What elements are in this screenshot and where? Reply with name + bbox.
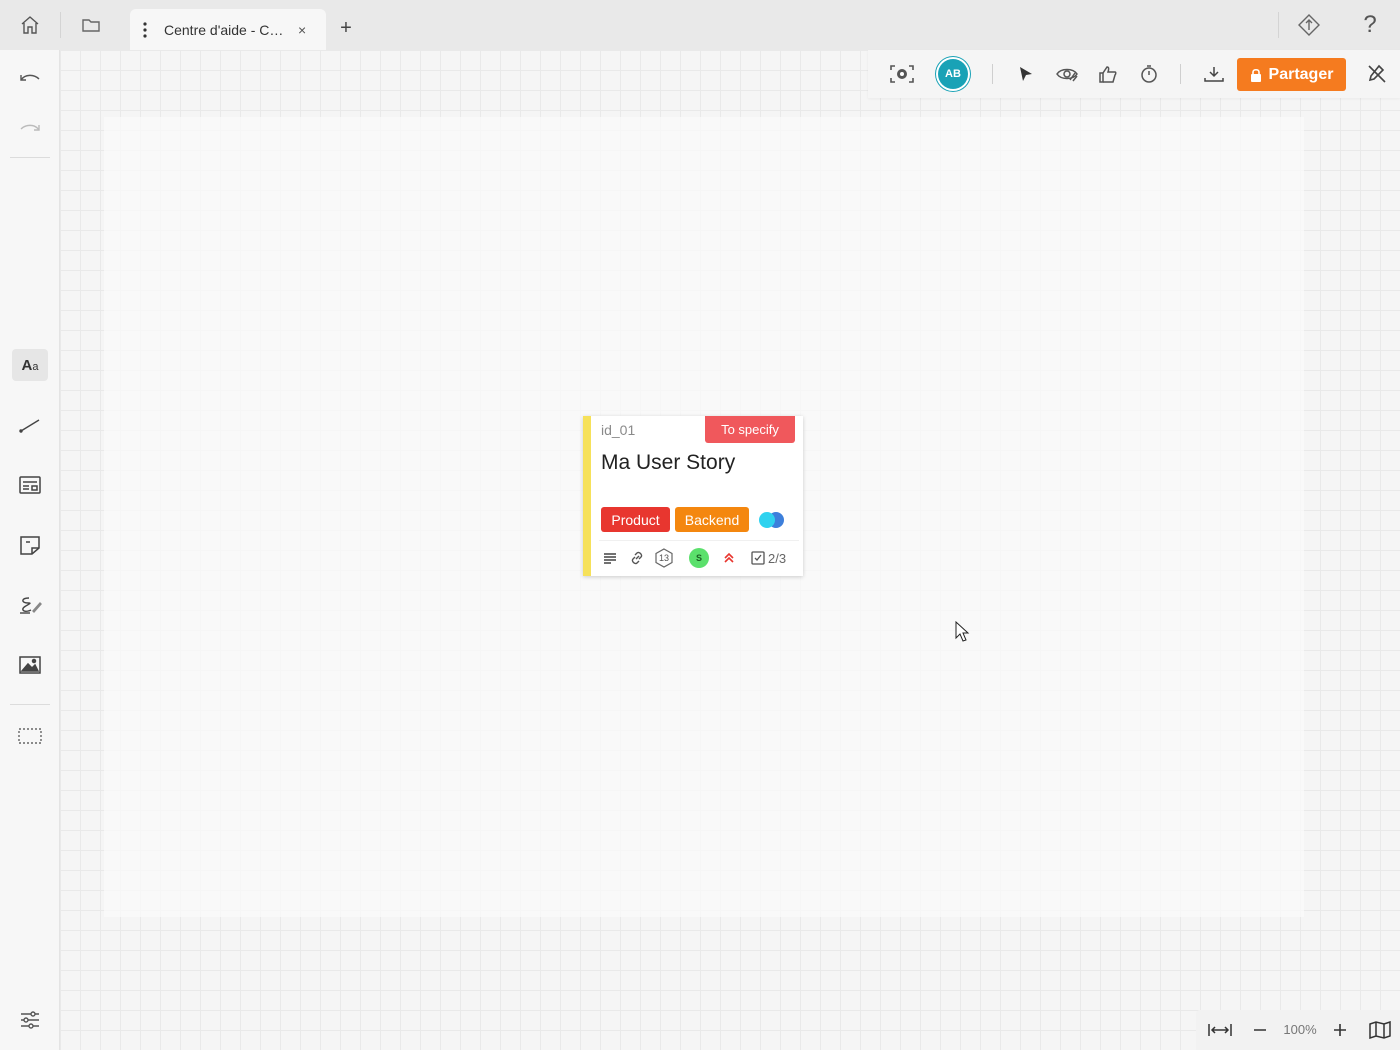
draw-tool-button[interactable]	[12, 589, 48, 621]
user-story-card[interactable]: id_01 To specify Ma User Story Product B…	[583, 416, 803, 576]
freehand-draw-icon	[20, 597, 42, 614]
image-icon	[19, 656, 41, 674]
zoom-bar: 100%	[1196, 1010, 1400, 1050]
undo-icon	[20, 74, 40, 81]
download-icon	[1204, 67, 1224, 82]
share-button[interactable]: Partager	[1237, 58, 1346, 91]
divider	[1180, 64, 1181, 84]
stopwatch-icon	[1141, 65, 1157, 83]
fit-width-button[interactable]	[1206, 1017, 1234, 1043]
status-badge[interactable]: To specify	[705, 416, 795, 443]
minus-icon	[1254, 1029, 1266, 1031]
vote-button[interactable]	[1093, 59, 1123, 89]
eye-hidden-icon	[1056, 68, 1078, 82]
home-button[interactable]	[0, 0, 60, 50]
sticky-note-icon	[20, 536, 40, 555]
estimate-badge[interactable]: 13	[654, 548, 674, 568]
selection-frame-tool-button[interactable]	[12, 720, 48, 752]
tag-product[interactable]: Product	[601, 507, 670, 532]
pointer-icon	[1020, 67, 1032, 81]
tab-active[interactable]: Centre d'aide - Co... ×	[130, 9, 326, 50]
text-tool-glyph: A	[21, 356, 33, 374]
folder-button[interactable]	[61, 0, 121, 50]
close-toolbar-button[interactable]	[1362, 59, 1392, 89]
folder-icon	[82, 19, 100, 32]
follow-pointer-button[interactable]	[1010, 59, 1040, 89]
color-dots[interactable]	[759, 512, 787, 528]
cyan-dot	[759, 512, 775, 528]
plus-icon	[1334, 1024, 1346, 1036]
card-title[interactable]: Ma User Story	[601, 451, 735, 475]
zoom-in-button[interactable]	[1326, 1017, 1354, 1043]
thumbs-up-icon	[1099, 66, 1117, 83]
diamond-button[interactable]	[1279, 0, 1339, 50]
new-tab-button[interactable]: +	[332, 14, 360, 42]
board-toolbar: AB Partager	[868, 50, 1400, 98]
minimap-button[interactable]	[1366, 1017, 1394, 1043]
top-bar: Centre d'aide - Co... × + ?	[0, 0, 1400, 50]
help-button[interactable]: ?	[1340, 0, 1400, 50]
settings-button[interactable]	[12, 1004, 48, 1036]
card-icon	[19, 476, 41, 494]
card-id: id_01	[601, 422, 636, 438]
share-label: Partager	[1268, 65, 1334, 83]
pen-off-icon	[1368, 64, 1386, 83]
map-icon	[1369, 1021, 1391, 1039]
focus-camera-icon	[890, 65, 914, 83]
undo-button[interactable]	[12, 62, 48, 94]
text-tool-icon: Aa	[22, 357, 39, 374]
checkbox-icon	[751, 551, 765, 565]
fit-width-icon	[1208, 1024, 1232, 1036]
divider	[10, 704, 50, 705]
line-tool-button[interactable]	[12, 409, 48, 441]
line-icon	[19, 419, 40, 433]
estimate-value: 13	[658, 553, 669, 563]
card-tool-button[interactable]	[12, 469, 48, 501]
dashed-frame-icon	[18, 728, 42, 744]
divider	[10, 157, 50, 158]
lock-icon	[1250, 68, 1261, 82]
priority-high-icon[interactable]	[723, 548, 735, 568]
mouse-cursor-icon	[955, 621, 970, 642]
checklist-count: 2/3	[768, 550, 787, 566]
checklist-progress[interactable]: 2/3	[751, 548, 786, 568]
home-icon	[21, 16, 39, 34]
description-icon[interactable]	[603, 548, 617, 568]
image-tool-button[interactable]	[12, 649, 48, 681]
timer-button[interactable]	[1134, 59, 1164, 89]
tab-menu-icon[interactable]	[138, 21, 152, 38]
assignee-avatar[interactable]: S	[689, 548, 709, 568]
link-icon[interactable]	[629, 548, 645, 568]
text-tool-button[interactable]: Aa	[12, 349, 48, 381]
tab-close-button[interactable]: ×	[298, 22, 306, 38]
user-avatar[interactable]: AB	[938, 59, 968, 89]
visibility-button[interactable]	[1052, 59, 1082, 89]
divider	[992, 64, 993, 84]
left-sidebar: Aa	[0, 50, 60, 1050]
zoom-out-button[interactable]	[1246, 1017, 1274, 1043]
card-footer: 13 S 2/3	[599, 540, 799, 575]
settings-sliders-icon	[21, 1011, 39, 1029]
sticky-note-tool-button[interactable]	[12, 529, 48, 561]
tag-backend[interactable]: Backend	[675, 507, 749, 532]
redo-icon	[20, 124, 40, 131]
redo-button[interactable]	[12, 112, 48, 144]
zoom-level: 100%	[1283, 1022, 1317, 1037]
diamond-icon	[1298, 14, 1320, 36]
text-tool-glyph-small: a	[32, 360, 39, 373]
focus-button[interactable]	[887, 59, 917, 89]
tab-title: Centre d'aide - Co...	[164, 21, 288, 38]
export-button[interactable]	[1199, 59, 1229, 89]
